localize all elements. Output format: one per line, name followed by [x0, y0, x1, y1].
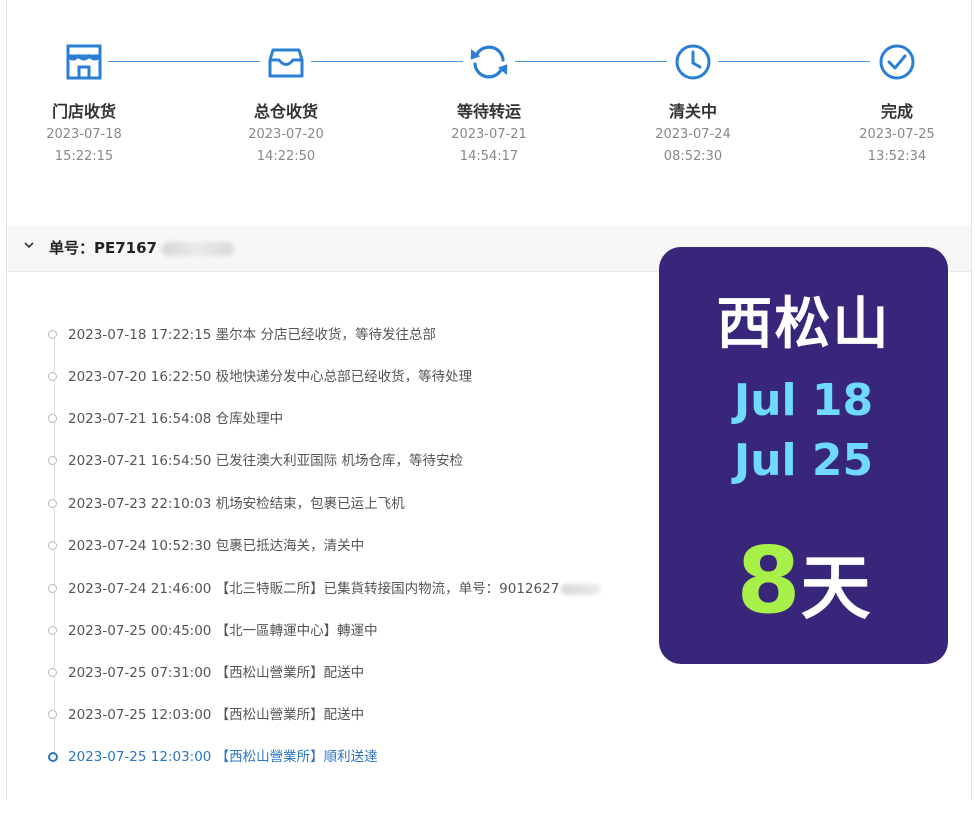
timeline-dot-active: [48, 752, 58, 762]
timeline-dot: [48, 668, 57, 677]
event-text: 2023-07-24 21:46:00 【北三特販二所】已集貨转接国内物流，单号…: [68, 581, 560, 597]
event-text: 2023-07-25 12:03:00 【西松山營業所】配送中: [68, 707, 365, 723]
step-date: 2023-07-25: [859, 127, 935, 142]
step-time: 15:22:15: [54, 149, 114, 164]
step-label: 等待转运: [456, 102, 521, 121]
step-time: 13:52:34: [867, 149, 927, 164]
timeline-dot: [48, 499, 57, 508]
event-text: 2023-07-18 17:22:15 墨尔本 分店已经收货，等待发往总部: [68, 327, 436, 343]
timeline-dot: [48, 330, 57, 339]
progress-steps: 门店收货 2023-07-18 15:22:15 总仓收货 2023-07-20…: [0, 0, 979, 200]
destination-city: 西松山: [716, 292, 891, 357]
event-text: 2023-07-25 12:03:00 【西松山營業所】順利送達: [68, 749, 378, 765]
event-text: 2023-07-21 16:54:08 仓库处理中: [68, 411, 284, 427]
step-time: 14:54:17: [459, 149, 519, 164]
step-awaiting-transfer: 等待转运 2023-07-21 14:54:17: [409, 40, 569, 168]
timeline-dot: [48, 584, 57, 593]
step-warehouse-received: 总仓收货 2023-07-20 14:22:50: [206, 40, 366, 168]
step-customs-clearing: 清关中 2023-07-24 08:52:30: [613, 40, 773, 168]
step-date: 2023-07-18: [46, 127, 122, 142]
store-icon: [66, 44, 102, 80]
step-date: 2023-07-20: [248, 127, 324, 142]
step-complete: 完成 2023-07-25 13:52:34: [817, 40, 977, 168]
step-label: 完成: [880, 102, 913, 121]
event-text: 2023-07-21 16:54:50 已发往澳大利亚国际 机场仓库，等待安检: [68, 453, 463, 469]
event-text: 2023-07-24 10:52:30 包裹已抵达海关，清关中: [68, 538, 365, 554]
redacted-tracking-suffix: [561, 583, 602, 595]
clock-icon: [675, 44, 711, 80]
end-date: Jul 25: [733, 435, 874, 486]
chevron-down-icon[interactable]: [23, 239, 35, 255]
step-date: 2023-07-24: [655, 127, 731, 142]
sync-icon: [470, 45, 508, 79]
box-icon: [268, 48, 304, 78]
timeline-dot: [48, 456, 57, 465]
timeline-dot: [48, 372, 57, 381]
step-label: 总仓收货: [253, 102, 318, 121]
timeline-dot: [48, 710, 57, 719]
redacted-order-suffix: [162, 242, 234, 256]
days-unit: 天: [800, 547, 871, 629]
step-time: 14:22:50: [256, 149, 316, 164]
step-label: 门店收货: [51, 102, 116, 121]
event-text: 2023-07-25 00:45:00 【北一區轉運中心】轉運中: [68, 623, 378, 639]
start-date: Jul 18: [733, 375, 874, 426]
event-text: 2023-07-25 07:31:00 【西松山營業所】配送中: [68, 665, 365, 681]
transit-days: 8天: [659, 527, 948, 634]
step-label: 清关中: [668, 102, 717, 121]
timeline-dot: [48, 541, 57, 550]
step-time: 08:52:30: [663, 149, 723, 164]
event-text: 2023-07-20 16:22:50 极地快递分发中心总部已经收货，等待处理: [68, 369, 473, 385]
delivery-summary-card: 西松山 Jul 18 Jul 25 8天: [659, 247, 948, 664]
check-circle-icon: [879, 44, 915, 80]
event-text: 2023-07-23 22:10:03 机场安检结束，包裹已运上飞机: [68, 496, 405, 512]
step-store-received: 门店收货 2023-07-18 15:22:15: [4, 40, 164, 168]
days-number: 8: [736, 527, 801, 634]
step-date: 2023-07-21: [451, 127, 527, 142]
order-number: 单号：PE7167: [49, 239, 157, 257]
timeline-dot: [48, 414, 57, 423]
timeline-dot: [48, 626, 57, 635]
